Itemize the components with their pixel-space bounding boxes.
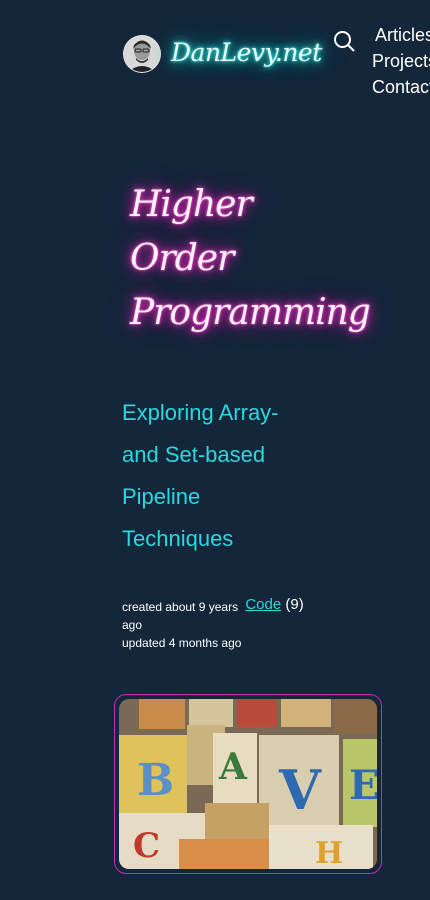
created-date: created about 9 years ago — [122, 600, 239, 632]
alphabet-blocks-image: B A V E C H — [119, 699, 377, 869]
tag-list: Code (9) — [245, 596, 303, 614]
post-meta: created about 9 years ago Code (9) updat… — [122, 596, 322, 652]
updated-date: updated 4 months ago — [122, 636, 242, 650]
svg-text:H: H — [315, 836, 343, 869]
svg-text:E: E — [349, 762, 377, 809]
post-title-line: Programming — [130, 292, 371, 333]
top-nav: Articles Projects Contact — [372, 22, 430, 100]
svg-text:A: A — [218, 746, 248, 788]
post-subtitle: Exploring Array- and Set-based Pipeline … — [122, 400, 279, 551]
nav-item-projects[interactable]: Projects — [372, 48, 430, 74]
hero-image-frame[interactable]: B A V E C H — [114, 694, 382, 874]
nav-item-articles[interactable]: Articles — [372, 22, 430, 48]
tag-count: (9) — [285, 596, 304, 613]
tag-link-code[interactable]: Code — [245, 596, 281, 613]
nav-item-contact[interactable]: Contact — [372, 74, 430, 100]
svg-text:B: B — [137, 755, 174, 806]
avatar[interactable] — [124, 36, 160, 72]
svg-text:V: V — [278, 758, 322, 822]
search-button[interactable] — [332, 29, 356, 53]
search-icon — [334, 31, 355, 52]
post-title-line: Order — [130, 238, 234, 279]
site-title-link[interactable]: DanLevy.net — [171, 38, 322, 67]
post-title: Higher Order Programming — [130, 178, 420, 340]
svg-text:C: C — [133, 826, 160, 866]
post-title-line: Higher — [130, 184, 253, 225]
